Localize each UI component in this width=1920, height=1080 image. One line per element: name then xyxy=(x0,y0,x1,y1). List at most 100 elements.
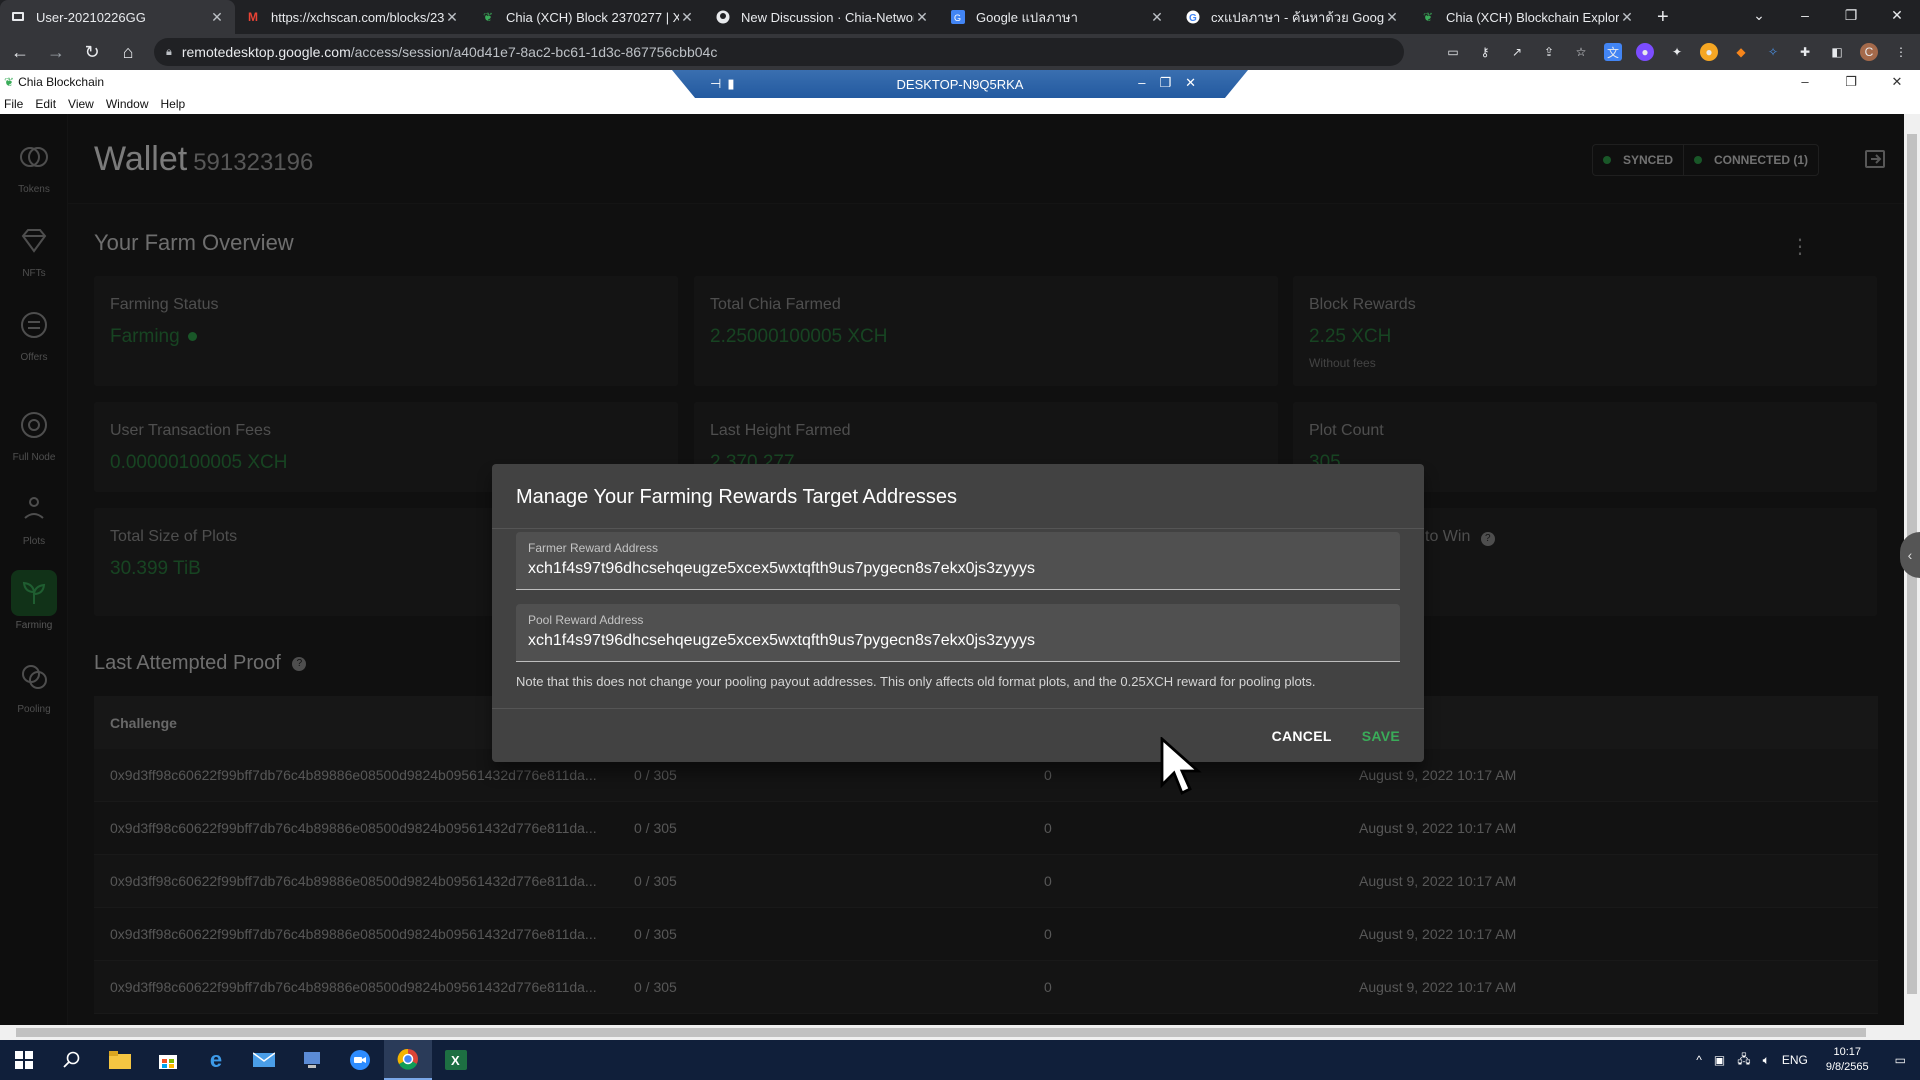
windows-start-icon[interactable] xyxy=(0,1040,48,1080)
lock-icon[interactable]: 🔒︎ xyxy=(166,46,172,59)
pool-reward-address-input[interactable] xyxy=(528,632,1388,650)
install-app-icon[interactable]: ▭ xyxy=(1444,43,1462,61)
profile-avatar[interactable]: C xyxy=(1860,43,1878,61)
close-tab-icon[interactable]: ✕ xyxy=(209,9,225,26)
url-path: /access/session/a40d41e7-8ac2-bc61-1d3c-… xyxy=(350,44,718,60)
browser-tab-strip: User-20210226GG ✕ M https://xchscan.com/… xyxy=(0,0,1920,34)
network-app-icon[interactable] xyxy=(288,1040,336,1080)
signal-strength-icon: ▮ xyxy=(727,76,741,91)
pin-icon[interactable]: ⊣ xyxy=(710,76,727,91)
close-tab-icon[interactable]: ✕ xyxy=(1619,9,1635,26)
language-indicator[interactable]: ENG xyxy=(1776,1053,1814,1067)
file-explorer-icon[interactable] xyxy=(96,1040,144,1080)
tab-remote-desktop[interactable]: User-20210226GG ✕ xyxy=(0,0,235,34)
tab-chia-block[interactable]: ❦ Chia (XCH) Block 2370277 | XCH ✕ xyxy=(470,0,705,34)
farmer-reward-address-label: Farmer Reward Address xyxy=(528,541,659,555)
new-tab-button[interactable]: + xyxy=(1645,0,1681,34)
system-tray: ^ ▣ 🖧︎ 🔈︎ ENG 10:17 9/8/2565 ▭ xyxy=(1690,1040,1920,1080)
tab-title: User-20210226GG xyxy=(36,9,146,25)
app-window-controls: – ❐ ✕ xyxy=(1782,70,1920,94)
translate-extension-icon[interactable]: 文 xyxy=(1604,43,1622,61)
notification-icon[interactable]: ▭ xyxy=(1881,1053,1920,1067)
tray-app-icon[interactable]: ▣ xyxy=(1708,1053,1731,1067)
tab-title: https://xchscan.com/blocks/237 xyxy=(271,9,444,25)
chrome-menu-icon[interactable]: ⋮ xyxy=(1892,43,1910,61)
mail-icon[interactable] xyxy=(240,1040,288,1080)
extension-coin-icon[interactable]: ● xyxy=(1700,43,1718,61)
svg-text:G: G xyxy=(1189,13,1197,24)
extensions-puzzle-icon[interactable]: ✚ xyxy=(1796,43,1814,61)
close-tab-icon[interactable]: ✕ xyxy=(1384,9,1400,26)
close-tab-icon[interactable]: ✕ xyxy=(914,9,930,26)
extension-sparkle-icon[interactable]: ✦ xyxy=(1668,43,1686,61)
close-tab-icon[interactable]: ✕ xyxy=(1149,9,1165,26)
tab-chia-explorer[interactable]: ❦ Chia (XCH) Blockchain Explorer ✕ xyxy=(1410,0,1645,34)
chia-leaf-icon: ❦ xyxy=(482,10,494,24)
clock[interactable]: 10:17 9/8/2565 xyxy=(1814,1045,1881,1075)
remote-desktop-icon xyxy=(10,9,26,25)
extension-blue-icon[interactable]: ✧ xyxy=(1764,43,1782,61)
app-window-title: Chia Blockchain xyxy=(18,75,105,89)
back-button[interactable]: ← xyxy=(4,38,36,66)
bookmark-star-icon[interactable]: ☆ xyxy=(1572,43,1590,61)
tab-title: Chia (XCH) Block 2370277 | XCH xyxy=(506,9,679,25)
volume-icon[interactable]: 🔈︎ xyxy=(1757,1053,1776,1068)
horizontal-scrollbar[interactable] xyxy=(0,1025,1920,1040)
google-icon: G xyxy=(1185,9,1201,25)
extension-purple-icon[interactable]: ● xyxy=(1636,43,1654,61)
open-external-icon[interactable]: ↗ xyxy=(1508,43,1526,61)
metamask-fox-icon[interactable]: ◆ xyxy=(1732,43,1750,61)
tray-chevron-up-icon[interactable]: ^ xyxy=(1690,1053,1708,1067)
app-restore-button[interactable]: ❐ xyxy=(1828,70,1874,94)
restore-button[interactable]: ❐ xyxy=(1828,0,1874,30)
address-bar[interactable]: 🔒︎ remotedesktop.google.com/access/sessi… xyxy=(154,38,1404,66)
scrollbar-thumb[interactable] xyxy=(16,1028,1866,1037)
key-icon[interactable]: ⚷ xyxy=(1476,43,1494,61)
manage-reward-addresses-dialog: Manage Your Farming Rewards Target Addre… xyxy=(492,464,1424,762)
farmer-reward-address-field[interactable]: Farmer Reward Address xyxy=(516,532,1400,590)
tab-google-search[interactable]: G cxแปลภาษา - ค้นหาด้วย Google ✕ xyxy=(1175,0,1410,34)
share-icon[interactable]: ⇪ xyxy=(1540,43,1558,61)
pool-reward-address-field[interactable]: Pool Reward Address xyxy=(516,604,1400,662)
network-icon[interactable]: 🖧︎ xyxy=(1731,1050,1756,1071)
tab-google-translate[interactable]: G Google แปลภาษา ✕ xyxy=(940,0,1175,34)
close-tab-icon[interactable]: ✕ xyxy=(444,9,460,26)
dialog-actions: CANCEL SAVE xyxy=(1264,720,1408,752)
save-button[interactable]: SAVE xyxy=(1354,720,1408,752)
app-close-button[interactable]: ✕ xyxy=(1874,70,1920,94)
app-minimize-button[interactable]: – xyxy=(1782,70,1828,94)
close-tab-icon[interactable]: ✕ xyxy=(679,9,695,26)
browser-toolbar: ← → ↻ ⌂ 🔒︎ remotedesktop.google.com/acce… xyxy=(0,34,1920,70)
menu-help[interactable]: Help xyxy=(155,97,192,111)
tab-search-icon[interactable]: ⌄ xyxy=(1736,0,1782,30)
farmer-reward-address-input[interactable] xyxy=(528,560,1388,578)
tab-xchscan[interactable]: M https://xchscan.com/blocks/237 ✕ xyxy=(235,0,470,34)
home-button[interactable]: ⌂ xyxy=(112,38,144,66)
chrome-icon[interactable] xyxy=(384,1040,432,1080)
cancel-button[interactable]: CANCEL xyxy=(1264,720,1340,752)
reload-button[interactable]: ↻ xyxy=(76,38,108,66)
tab-github[interactable]: New Discussion · Chia-Network/ ✕ xyxy=(705,0,940,34)
google-translate-icon: G xyxy=(950,9,966,25)
windows-taskbar: e X ^ ▣ 🖧︎ 🔈︎ ENG 10:17 9/8/2565 ▭ xyxy=(0,1040,1920,1080)
tab-title: Google แปลภาษา xyxy=(976,9,1078,25)
search-icon[interactable] xyxy=(48,1040,96,1080)
forward-button[interactable]: → xyxy=(40,38,72,66)
remote-minimize-button[interactable]: – xyxy=(1138,75,1159,90)
minimize-button[interactable]: – xyxy=(1782,0,1828,30)
close-window-button[interactable]: ✕ xyxy=(1874,0,1920,30)
svg-text:X: X xyxy=(451,1053,460,1068)
remote-restore-button[interactable]: ❐ xyxy=(1159,75,1185,90)
store-icon[interactable] xyxy=(144,1040,192,1080)
divider xyxy=(492,708,1424,709)
menu-file[interactable]: File xyxy=(0,97,29,111)
remote-close-button[interactable]: ✕ xyxy=(1185,75,1210,90)
menu-view[interactable]: View xyxy=(62,97,100,111)
internet-explorer-icon[interactable]: e xyxy=(192,1040,240,1080)
excel-icon[interactable]: X xyxy=(432,1040,480,1080)
zoom-icon[interactable] xyxy=(336,1040,384,1080)
extension-icons: ▭ ⚷ ↗ ⇪ ☆ 文 ● ✦ ● ◆ ✧ ✚ ◧ C ⋮ xyxy=(1444,34,1910,70)
side-panel-icon[interactable]: ◧ xyxy=(1828,43,1846,61)
menu-window[interactable]: Window xyxy=(100,97,155,111)
menu-edit[interactable]: Edit xyxy=(29,97,62,111)
